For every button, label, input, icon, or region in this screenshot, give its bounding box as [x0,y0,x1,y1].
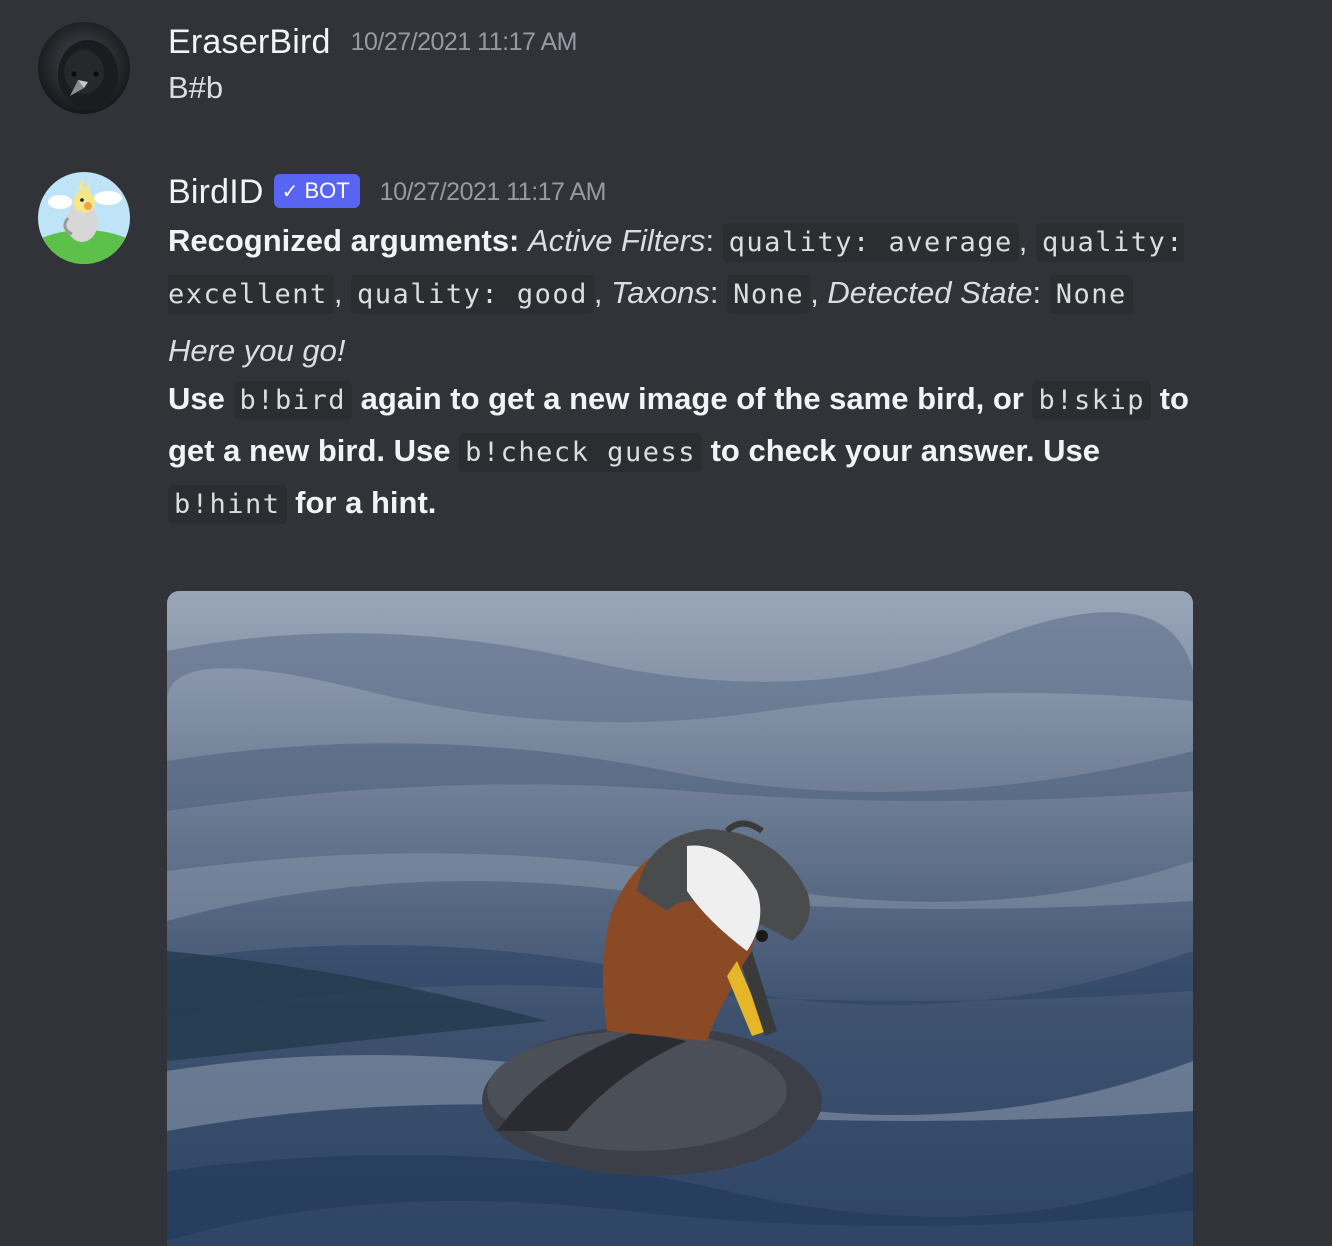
detected-state-label: Detected State [827,275,1033,310]
avatar-birdid[interactable] [38,172,130,264]
instructions: Use b!bird again to get a new image of t… [168,374,1198,530]
timestamp[interactable]: 10/27/2021 11:17 AM [380,178,607,207]
bot-badge-label: BOT [304,178,350,203]
bot-badge: ✓ BOT [273,174,360,208]
bird-image-attachment[interactable] [167,591,1193,1246]
instructions-text: for a hint. [295,485,437,520]
detected-state-value: None [1049,275,1133,314]
recognized-arguments: Recognized arguments: Active Filters: qu… [168,216,1198,320]
command-code: b!skip [1032,381,1152,420]
taxons-label: Taxons [611,275,710,310]
timestamp[interactable]: 10/27/2021 11:17 AM [351,28,578,57]
command-code: b!hint [168,485,287,524]
instructions-text: to check your answer. Use [710,433,1100,468]
command-code: b!bird [233,381,353,420]
chat-messages: EraserBird 10/27/2021 11:17 AM B#b BirdI… [0,0,1332,1246]
instructions-text: again to get a new image of the same bir… [360,381,1024,416]
checkmark-icon: ✓ [281,180,299,203]
here-you-go: Here you go! [168,333,346,368]
active-filters-label: Active Filters [528,223,706,258]
filter-code: quality: good [351,275,594,314]
command-code: b!check guess [459,433,702,472]
taxons-value: None [727,275,811,314]
instructions-text: Use [168,381,225,416]
username[interactable]: BirdID [168,173,264,212]
avatar-eraserbird[interactable] [38,22,130,114]
filter-code: quality: average [722,223,1019,262]
username[interactable]: EraserBird [168,23,331,62]
args-label: Recognized arguments: [168,223,520,258]
message-content: B#b [168,70,224,105]
